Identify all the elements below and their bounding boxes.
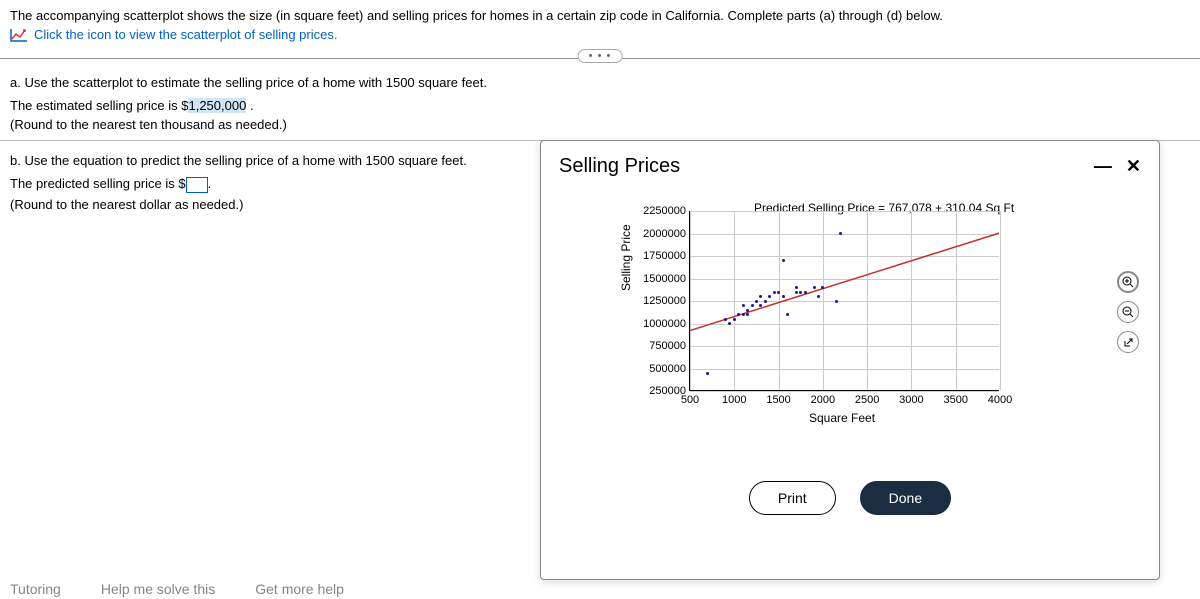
part-b-input[interactable] bbox=[186, 177, 208, 193]
x-tick: 2000 bbox=[811, 394, 835, 406]
scatterplot-chart: Predicted Selling Price = 767,078 + 310.… bbox=[634, 201, 1094, 431]
intro-text: The accompanying scatterplot shows the s… bbox=[10, 8, 943, 23]
print-button[interactable]: Print bbox=[749, 481, 836, 515]
section-divider: • • • bbox=[0, 58, 1200, 59]
part-a-rounding: (Round to the nearest ten thousand as ne… bbox=[10, 117, 1190, 132]
part-a-answer: 1,250,000 bbox=[188, 98, 246, 113]
y-tick: 1250000 bbox=[643, 295, 686, 307]
x-tick: 4000 bbox=[988, 394, 1012, 406]
y-tick: 250000 bbox=[649, 385, 686, 397]
y-tick: 1000000 bbox=[643, 318, 686, 330]
x-tick: 3500 bbox=[943, 394, 967, 406]
x-axis-label: Square Feet bbox=[809, 411, 875, 425]
zoom-out-icon[interactable] bbox=[1117, 301, 1139, 323]
modal-title: Selling Prices bbox=[559, 155, 680, 178]
y-tick: 1500000 bbox=[643, 273, 686, 285]
minimize-icon[interactable]: — bbox=[1094, 156, 1112, 177]
zoom-in-icon[interactable] bbox=[1117, 271, 1139, 293]
scatterplot-modal: Selling Prices — ✕ Predicted Selling Pri… bbox=[540, 140, 1160, 580]
expand-button[interactable]: • • • bbox=[578, 49, 623, 63]
help-solve-link[interactable]: Help me solve this bbox=[101, 581, 215, 597]
more-help-link[interactable]: Get more help bbox=[255, 581, 344, 597]
x-tick: 3000 bbox=[899, 394, 923, 406]
y-tick: 500000 bbox=[649, 363, 686, 375]
bottom-nav: Tutoring Help me solve this Get more hel… bbox=[10, 581, 344, 597]
scatterplot-link-text: Click the icon to view the scatterplot o… bbox=[34, 27, 337, 42]
scatterplot-link[interactable]: Click the icon to view the scatterplot o… bbox=[10, 27, 1190, 42]
x-tick: 1500 bbox=[766, 394, 790, 406]
part-a-prefix: The estimated selling price is $ bbox=[10, 98, 188, 113]
part-b-suffix: . bbox=[208, 176, 212, 191]
y-axis-label: Selling Price bbox=[619, 224, 633, 291]
chart-icon bbox=[10, 28, 28, 42]
part-a-suffix: . bbox=[246, 98, 253, 113]
part-b-prefix: The predicted selling price is $ bbox=[10, 176, 186, 191]
y-tick: 1750000 bbox=[643, 250, 686, 262]
y-tick: 750000 bbox=[649, 340, 686, 352]
part-a-question: a. Use the scatterplot to estimate the s… bbox=[10, 75, 1190, 90]
done-button[interactable]: Done bbox=[860, 481, 951, 515]
y-tick: 2000000 bbox=[643, 228, 686, 240]
close-icon[interactable]: ✕ bbox=[1126, 156, 1141, 177]
x-tick: 2500 bbox=[855, 394, 879, 406]
x-tick: 1000 bbox=[722, 394, 746, 406]
y-tick: 2250000 bbox=[643, 205, 686, 217]
popout-icon[interactable] bbox=[1117, 331, 1139, 353]
tutoring-link[interactable]: Tutoring bbox=[10, 581, 61, 597]
